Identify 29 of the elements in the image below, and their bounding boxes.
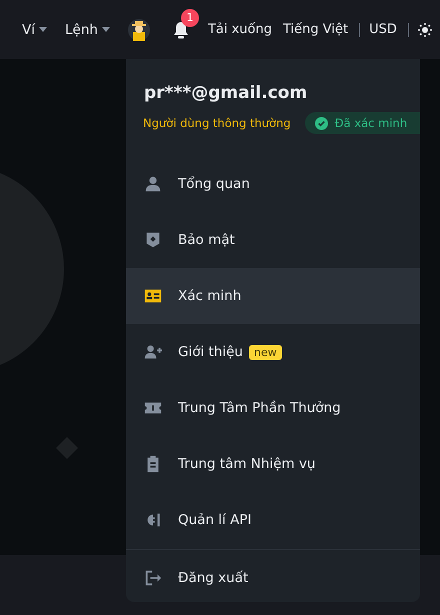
caret-icon <box>102 27 110 32</box>
shield-icon <box>144 231 162 249</box>
account-email: pr***@gmail.com <box>144 83 308 103</box>
nav-link[interactable]: Tải xuống <box>208 22 272 37</box>
nav-menu[interactable]: Lệnh <box>65 22 110 38</box>
notification-badge: 1 <box>180 8 199 26</box>
person-add-icon <box>144 343 162 361</box>
menu-item[interactable]: Bảo mật <box>126 212 420 268</box>
menu-item[interactable]: Trung Tâm Phần Thưởng <box>126 380 420 436</box>
caret-icon <box>39 27 47 32</box>
check-icon <box>314 116 328 130</box>
nav-link[interactable]: USD <box>369 22 397 37</box>
nav-menu[interactable]: Ví <box>22 22 47 38</box>
menu-item[interactable]: Giới thiệu new <box>126 324 420 380</box>
person-icon <box>144 175 162 193</box>
menu-item[interactable]: Quản lí API <box>126 492 420 548</box>
menu-item[interactable]: Xác minh <box>126 268 420 324</box>
logout-icon <box>144 569 162 587</box>
menu-item[interactable]: Trung tâm Nhiệm vụ <box>126 436 420 492</box>
avatar-icon[interactable] <box>128 18 150 40</box>
user-level: Người dùng thông thường <box>143 116 291 130</box>
sun-icon[interactable] <box>418 22 432 36</box>
menu-item[interactable]: Tổng quan <box>126 156 420 212</box>
bell-icon[interactable] <box>172 20 190 38</box>
nav-link[interactable]: Tiếng Việt <box>282 22 348 37</box>
verified-tag: Đã xác minh <box>304 112 420 134</box>
id-card-icon <box>144 287 162 305</box>
logout-item[interactable]: Đăng xuất <box>126 550 420 602</box>
new-badge: new <box>248 344 282 360</box>
